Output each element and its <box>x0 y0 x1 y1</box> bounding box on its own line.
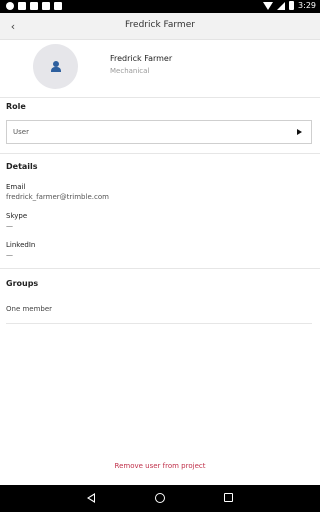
system-indicators: 3:29 <box>263 1 316 10</box>
nav-home-icon[interactable] <box>155 493 165 503</box>
role-section-title: Role <box>6 102 26 111</box>
nav-back-icon[interactable] <box>87 493 95 503</box>
profile-header: Fredrick Farmer Mechanical <box>0 40 320 98</box>
nav-recents-icon[interactable] <box>224 493 233 502</box>
skype-value: — <box>6 222 13 230</box>
battery-icon <box>289 1 295 10</box>
user-name: Fredrick Farmer <box>110 54 173 63</box>
photo-icon <box>42 2 50 10</box>
user-department: Mechanical <box>110 67 150 75</box>
youtube-icon <box>30 2 38 10</box>
status-bar: 3:29 <box>0 0 320 13</box>
triangle-right-icon <box>297 129 302 135</box>
notification-icons <box>6 2 62 10</box>
details-section-title: Details <box>6 162 38 171</box>
linkedin-label: LinkedIn <box>6 241 36 249</box>
divider <box>6 323 312 324</box>
role-dropdown[interactable]: User <box>6 120 312 144</box>
clock: 3:29 <box>298 1 316 10</box>
remove-user-button[interactable]: Remove user from project <box>0 462 320 470</box>
image-icon <box>18 2 26 10</box>
signal-icon <box>277 1 286 10</box>
page-title: Fredrick Farmer <box>125 20 195 30</box>
role-value: User <box>13 128 29 136</box>
linkedin-value: — <box>6 251 13 259</box>
groups-summary[interactable]: One member <box>6 305 52 313</box>
trimble-icon <box>54 2 62 10</box>
groups-section-title: Groups <box>6 279 39 288</box>
divider <box>0 153 320 154</box>
person-icon <box>50 60 62 73</box>
avatar <box>33 44 78 89</box>
app-bar: ‹ Fredrick Farmer <box>0 13 320 40</box>
skype-label: Skype <box>6 212 28 220</box>
settings-icon <box>6 2 14 10</box>
navigation-bar <box>0 485 320 512</box>
email-value[interactable]: fredrick_farmer@trimble.com <box>6 193 109 201</box>
email-label: Email <box>6 183 26 191</box>
wifi-icon <box>263 1 274 10</box>
divider <box>0 268 320 269</box>
